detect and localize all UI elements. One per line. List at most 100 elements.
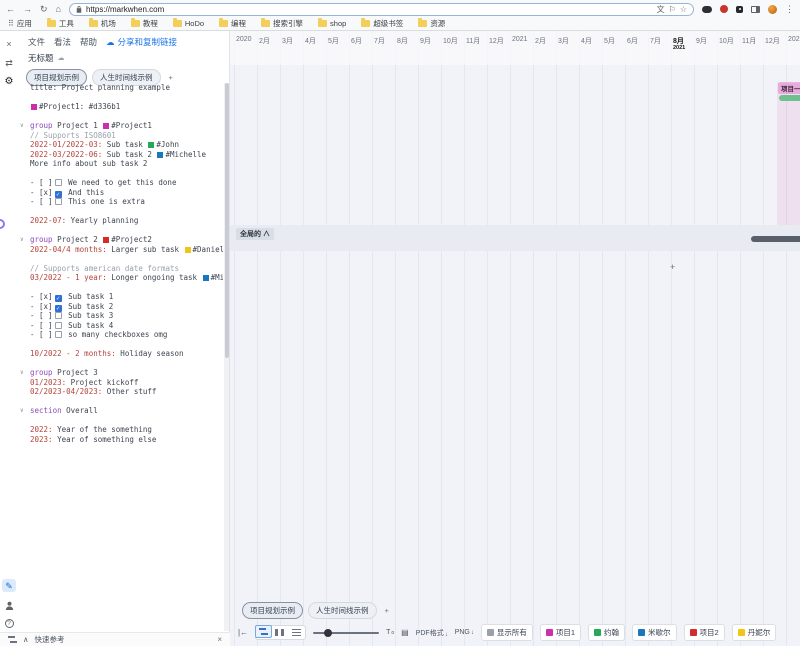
quick-reference-bar[interactable]: ∧ 快速参考 × [0, 632, 230, 646]
bookmark-item[interactable]: 资源 [418, 18, 445, 29]
gear-icon[interactable]: ⚙ [5, 77, 14, 87]
show-all-icon [487, 629, 494, 636]
overall-section-band [230, 225, 800, 251]
collapse-sidebar-icon[interactable]: |← [238, 628, 248, 637]
profile-avatar[interactable] [768, 5, 777, 14]
close-panel-icon[interactable]: × [6, 39, 11, 49]
bookmark-item[interactable]: 工具 [47, 18, 74, 29]
timeline-new-tab-button[interactable]: + [382, 604, 392, 617]
code-line [18, 416, 223, 426]
extension-icon-2[interactable] [720, 5, 728, 13]
code-line: 2022-01/2022-03: Sub task #John [18, 140, 223, 150]
bookmark-item[interactable]: 搜索引擎 [261, 18, 303, 29]
download-arrow-icon: ↓ [471, 630, 474, 636]
legend-chip[interactable]: 米歇尔 [632, 624, 677, 641]
swap-panels-icon[interactable]: ⇄ [5, 58, 13, 68]
zoom-slider-knob[interactable] [324, 629, 332, 637]
legend-chip[interactable]: 项目1 [540, 624, 581, 641]
code-checkbox[interactable] [55, 179, 62, 186]
side-panel-icon[interactable] [751, 6, 760, 13]
month-tick: 2月 [259, 36, 270, 46]
bookmark-item[interactable]: shop [318, 19, 346, 28]
timeline-tab-project-planning[interactable]: 项目规划示例 [242, 602, 303, 619]
bookmark-item[interactable]: HoDo [173, 19, 204, 28]
document-title[interactable]: 无标题 [28, 52, 54, 64]
fold-caret-icon[interactable]: ∨ [20, 235, 24, 245]
extension-icon-1[interactable] [702, 6, 712, 13]
forward-icon[interactable]: → [23, 3, 32, 15]
code-checkbox[interactable] [55, 331, 62, 338]
show-all-button[interactable]: 显示所有 [481, 624, 533, 641]
profile-icon[interactable] [5, 601, 14, 610]
bookmark-item[interactable]: 教程 [131, 18, 158, 29]
quick-ref-close-icon[interactable]: × [217, 635, 222, 644]
translate-icon[interactable]: 文 [657, 4, 665, 15]
home-icon[interactable]: ⌂ [56, 3, 61, 15]
code-line: ∨group Project 2 #Project2 [18, 235, 223, 245]
month-tick: 10月 [719, 36, 734, 46]
bookmark-item[interactable]: 编程 [219, 18, 246, 29]
timeline-pane[interactable]: 20202月3月4月5月6月7月8月9月10月11月12月20212月3月4月5… [230, 31, 800, 646]
code-editor[interactable]: title: Project planning example#Project1… [18, 83, 223, 631]
bookmark-label: HoDo [185, 19, 204, 28]
help-icon[interactable]: ? [5, 619, 14, 628]
legend-row: 项目1 约翰米歇尔项目2 丹妮尔 [540, 624, 776, 641]
bookmark-label: 搜索引擎 [273, 18, 303, 29]
legend-chip[interactable]: 丹妮尔 [732, 624, 777, 641]
bookmark-item[interactable]: 超级书签 [361, 18, 403, 29]
month-tick: 5月 [604, 36, 615, 46]
code-checkbox[interactable] [55, 198, 62, 205]
month-tick: 9月 [420, 36, 431, 46]
code-checkbox[interactable] [55, 322, 62, 329]
timeline-tab-life-timeline[interactable]: 人生时间线示例 [308, 602, 377, 619]
editor-scrollbar[interactable] [224, 83, 229, 631]
fold-caret-icon[interactable]: ∨ [20, 368, 24, 378]
code-line [18, 283, 223, 293]
legend-chip[interactable]: 项目2 [684, 624, 725, 641]
fold-caret-icon[interactable]: ∨ [20, 406, 24, 416]
bookmark-star-icon[interactable]: ☆ [680, 5, 687, 14]
overall-event-bar[interactable] [751, 236, 800, 242]
download-arrow-icon: ↓ [445, 632, 448, 638]
bookmark-item[interactable]: 机场 [89, 18, 116, 29]
code-checkbox[interactable] [55, 312, 62, 319]
drag-handle[interactable] [0, 219, 5, 229]
month-tick: 5月 [328, 36, 339, 46]
bookmark-item[interactable]: ⠿应用 [8, 18, 32, 29]
extension-icon-3[interactable] [736, 6, 743, 13]
browser-menu-icon[interactable]: ⋮ [785, 3, 794, 15]
menu-view[interactable]: 看法 [54, 36, 71, 48]
text-size-button[interactable]: To [386, 629, 394, 636]
share-page-icon[interactable]: ⚐ [669, 5, 676, 14]
url-text[interactable]: https://markwhen.com [86, 5, 653, 14]
menu-help[interactable]: 帮助 [80, 36, 97, 48]
view-list-button[interactable] [288, 626, 305, 639]
reload-icon[interactable]: ↻ [40, 3, 48, 15]
month-tick: 2022 [788, 36, 800, 43]
pencil-icon: ✎ [5, 581, 13, 591]
edit-mode-button[interactable]: ✎ [2, 579, 16, 592]
share-link-button[interactable]: ☁ 分享和复制链接 [106, 36, 177, 48]
address-bar[interactable]: https://markwhen.com 文 ⚐ ☆ [69, 3, 694, 16]
back-icon[interactable]: ← [6, 3, 15, 15]
code-line: ∨section Overall [18, 406, 223, 416]
left-icon-strip: × ⇄ ⚙ ✎ ? [0, 31, 18, 646]
view-columns-button[interactable] [271, 626, 288, 639]
download-pdf-button[interactable]: PDF格式↓ [416, 628, 448, 638]
zoom-slider[interactable] [313, 632, 379, 634]
download-png-button[interactable]: PNG↓ [455, 629, 474, 636]
month-tick: 4月 [581, 36, 592, 46]
fold-caret-icon[interactable]: ∨ [20, 121, 24, 131]
menu-file[interactable]: 文件 [28, 36, 45, 48]
month-tick: 8月2021 [673, 36, 684, 46]
gantt-icon [259, 628, 268, 635]
legend-chip[interactable]: 约翰 [588, 624, 625, 641]
overall-section-label[interactable]: 全局的 ∧ [236, 228, 274, 240]
project1-group-label[interactable]: 项目一 [778, 82, 800, 94]
month-tick: 2021 [512, 36, 528, 43]
view-timeline-button[interactable] [255, 625, 272, 638]
editor-scrollbar-thumb[interactable] [225, 83, 229, 358]
project1-event-bar[interactable] [779, 95, 800, 101]
density-icon[interactable]: ▤ [401, 628, 409, 637]
code-line: - [x]✓ And this [18, 188, 223, 198]
